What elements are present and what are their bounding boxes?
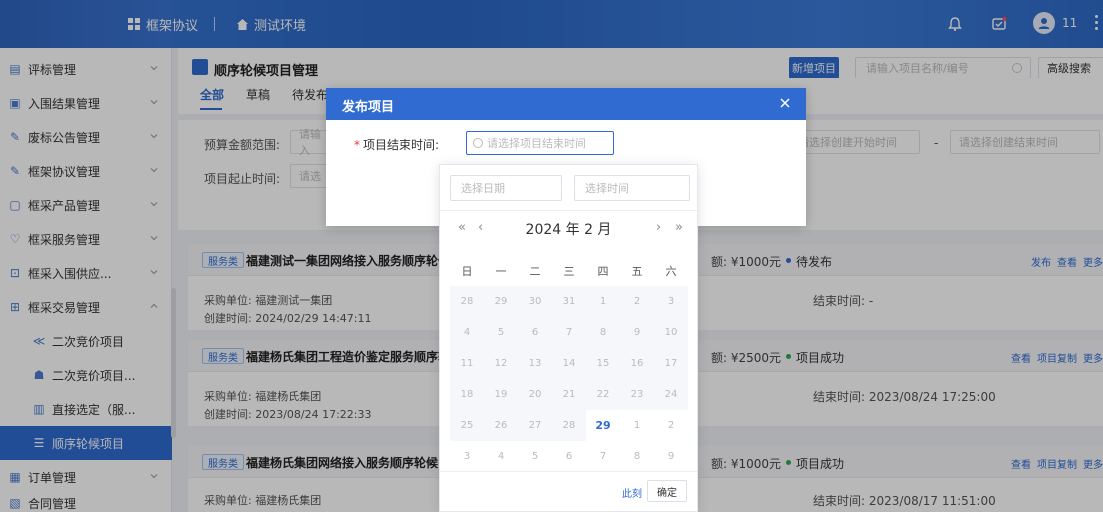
calendar-day[interactable]: 29 <box>484 286 518 317</box>
calendar-day[interactable]: 8 <box>586 317 620 348</box>
picker-footer: 此刻 确定 <box>440 471 697 511</box>
calendar-day[interactable]: 24 <box>654 379 688 410</box>
calendar-day[interactable]: 6 <box>552 441 586 472</box>
required-mark: * <box>354 138 360 152</box>
calendar-day[interactable]: 16 <box>620 348 654 379</box>
calendar-day[interactable]: 17 <box>654 348 688 379</box>
weekday-label: 五 <box>631 264 643 278</box>
weekday-label: 日 <box>461 264 473 278</box>
calendar-week: 25 26 27 28 29 1 2 <box>450 410 688 441</box>
calendar-day[interactable]: 4 <box>484 441 518 472</box>
weekday-label: 二 <box>529 264 541 278</box>
calendar-day[interactable]: 15 <box>586 348 620 379</box>
calendar-day[interactable]: 23 <box>620 379 654 410</box>
dialog-title: 发布项目 <box>342 100 395 115</box>
calendar-day[interactable]: 12 <box>484 348 518 379</box>
calendar-day[interactable]: 4 <box>450 317 484 348</box>
calendar-day[interactable]: 1 <box>620 410 654 441</box>
calendar-day[interactable]: 2 <box>620 286 654 317</box>
picker-inputs: 选择日期 选择时间 <box>440 165 697 211</box>
calendar-day[interactable]: 28 <box>450 286 484 317</box>
calendar-week: 11 12 13 14 15 16 17 <box>450 348 688 379</box>
calendar-day[interactable]: 9 <box>620 317 654 348</box>
calendar-day-today[interactable]: 29 <box>586 410 620 441</box>
calendar-day[interactable]: 21 <box>552 379 586 410</box>
confirm-button[interactable]: 确定 <box>647 480 687 502</box>
end-time-label: * 项目结束时间: <box>354 136 439 153</box>
calendar-day[interactable]: 5 <box>518 441 552 472</box>
calendar-day[interactable]: 10 <box>654 317 688 348</box>
calendar-day[interactable]: 5 <box>484 317 518 348</box>
calendar-day[interactable]: 7 <box>586 441 620 472</box>
calendar-day[interactable]: 19 <box>484 379 518 410</box>
calendar-day[interactable]: 11 <box>450 348 484 379</box>
calendar-week: 4 5 6 7 8 9 10 <box>450 317 688 348</box>
weekday-label: 四 <box>597 264 609 278</box>
close-icon[interactable] <box>778 96 792 110</box>
calendar-week: 3 4 5 6 7 8 9 <box>450 441 688 472</box>
end-time-input[interactable]: 请选择项目结束时间 <box>466 131 614 155</box>
end-time-placeholder: 请选择项目结束时间 <box>487 137 586 150</box>
calendar-day[interactable]: 7 <box>552 317 586 348</box>
date-input[interactable]: 选择日期 <box>450 175 562 201</box>
weekday-label: 三 <box>563 264 575 278</box>
weekday-header: 日 一 二 三 四 五 六 <box>450 255 688 286</box>
next-month-icon[interactable]: › <box>656 220 661 235</box>
calendar-week: 18 19 20 21 22 23 24 <box>450 379 688 410</box>
end-time-label-text: 项目结束时间: <box>363 138 440 152</box>
calendar-day[interactable]: 22 <box>586 379 620 410</box>
dialog-header: 发布项目 <box>326 88 806 120</box>
weekday-label: 六 <box>665 264 677 278</box>
calendar-day[interactable]: 8 <box>620 441 654 472</box>
calendar-day[interactable]: 31 <box>552 286 586 317</box>
calendar-day[interactable]: 6 <box>518 317 552 348</box>
datetime-picker: 选择日期 选择时间 « ‹ 2024 年 2 月 › » 日 一 二 三 四 五… <box>439 164 698 512</box>
next-year-icon[interactable]: » <box>675 220 683 235</box>
calendar-day[interactable]: 28 <box>552 410 586 441</box>
weekday-label: 一 <box>495 264 507 278</box>
calendar-day[interactable]: 25 <box>450 410 484 441</box>
calendar-day[interactable]: 9 <box>654 441 688 472</box>
calendar-grid: 日 一 二 三 四 五 六 28 29 30 31 1 2 3 4 5 6 7 … <box>450 255 688 472</box>
calendar-day[interactable]: 13 <box>518 348 552 379</box>
calendar-day[interactable]: 27 <box>518 410 552 441</box>
time-input[interactable]: 选择时间 <box>574 175 690 201</box>
calendar-day[interactable]: 20 <box>518 379 552 410</box>
calendar-day[interactable]: 18 <box>450 379 484 410</box>
calendar-day[interactable]: 2 <box>654 410 688 441</box>
now-link[interactable]: 此刻 <box>622 485 642 500</box>
time-placeholder: 选择时间 <box>585 182 629 195</box>
calendar-week: 28 29 30 31 1 2 3 <box>450 286 688 317</box>
calendar-day[interactable]: 3 <box>450 441 484 472</box>
calendar-nav: « ‹ 2024 年 2 月 › » <box>440 217 697 241</box>
clock-icon <box>473 138 483 148</box>
calendar-day[interactable]: 14 <box>552 348 586 379</box>
calendar-day[interactable]: 1 <box>586 286 620 317</box>
calendar-day[interactable]: 26 <box>484 410 518 441</box>
calendar-day[interactable]: 30 <box>518 286 552 317</box>
calendar-day[interactable]: 3 <box>654 286 688 317</box>
date-placeholder: 选择日期 <box>461 182 505 195</box>
